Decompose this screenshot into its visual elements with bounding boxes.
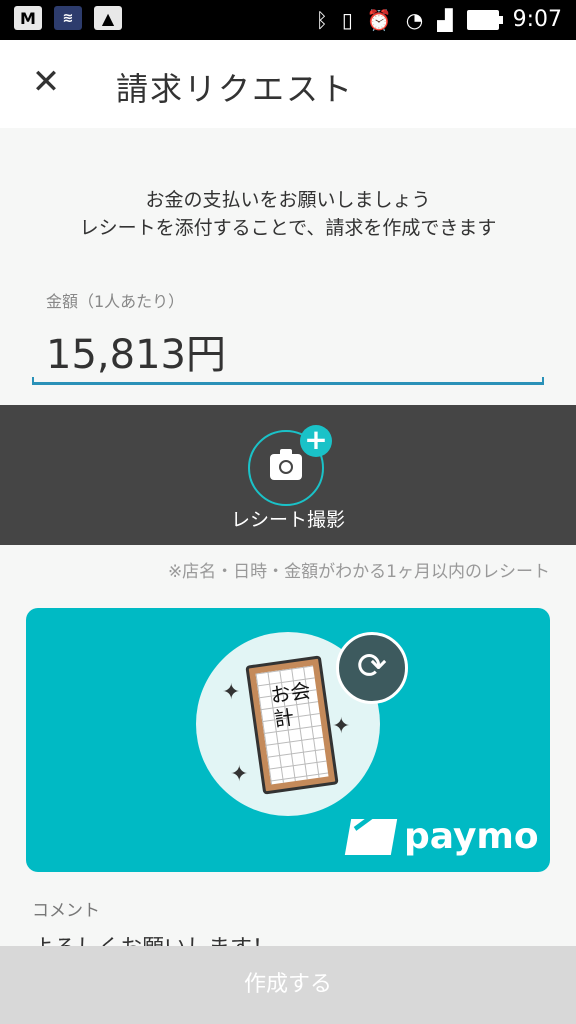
comment-label: コメント <box>32 901 100 921</box>
camera-label[interactable]: レシート撮影 <box>0 505 576 532</box>
add-icon[interactable]: + <box>300 425 332 457</box>
battery-icon <box>466 9 503 30</box>
paymo-logo-mark <box>344 818 398 855</box>
close-icon[interactable]: ✕ <box>26 62 66 102</box>
app-bar: ✕ 請求リクエスト <box>0 40 576 128</box>
receipt-card[interactable]: お会計 ✦ ✦ ✦ ⟳ paymo <box>26 608 550 872</box>
sparkle-icon: ✦ <box>222 680 241 705</box>
status-time: 9:07 <box>512 7 562 32</box>
wifi-icon: ◔ <box>405 7 424 32</box>
camera-icon <box>270 449 302 480</box>
amount-label: 金額（1人あたり） <box>46 292 185 311</box>
signal-icon: ▟ <box>437 7 453 32</box>
sparkle-icon: ✦ <box>332 714 351 739</box>
intro-line-2: レシートを添付することで、請求を作成できます <box>79 217 497 239</box>
status-bar: M ≋ ▲ ᛒ ▯ ⏰ ◔ ▟ 9:07 <box>0 0 576 40</box>
vibrate-icon: ▯ <box>341 7 353 32</box>
intro-line-1: お金の支払いをお願いしましょう <box>145 189 431 211</box>
amount-underline <box>32 377 544 385</box>
refresh-icon[interactable]: ⟳ <box>336 632 408 704</box>
image-icon: ▲ <box>94 6 122 30</box>
sparkle-icon: ✦ <box>230 762 249 787</box>
alarm-icon: ⏰ <box>366 7 392 32</box>
gmail-icon: M <box>14 6 42 30</box>
receipt-camera-section: + レシート撮影 <box>0 405 576 545</box>
amount-input[interactable]: 15,813円 <box>46 322 226 380</box>
intro-text: お金の支払いをお願いしましょう レシートを添付することで、請求を作成できます <box>0 186 576 242</box>
app-notification-icon: ≋ <box>54 6 82 30</box>
page-title: 請求リクエスト <box>116 70 355 108</box>
paymo-logo-text: paymo <box>404 816 539 857</box>
create-button[interactable]: 作成する <box>0 946 576 1024</box>
receipt-illustration-text: お会計 <box>269 678 312 732</box>
receipt-hint: ※店名・日時・金額がわかる1ヶ月以内のレシート <box>167 562 550 582</box>
bluetooth-icon: ᛒ <box>315 7 328 32</box>
paymo-logo: paymo <box>344 816 539 857</box>
